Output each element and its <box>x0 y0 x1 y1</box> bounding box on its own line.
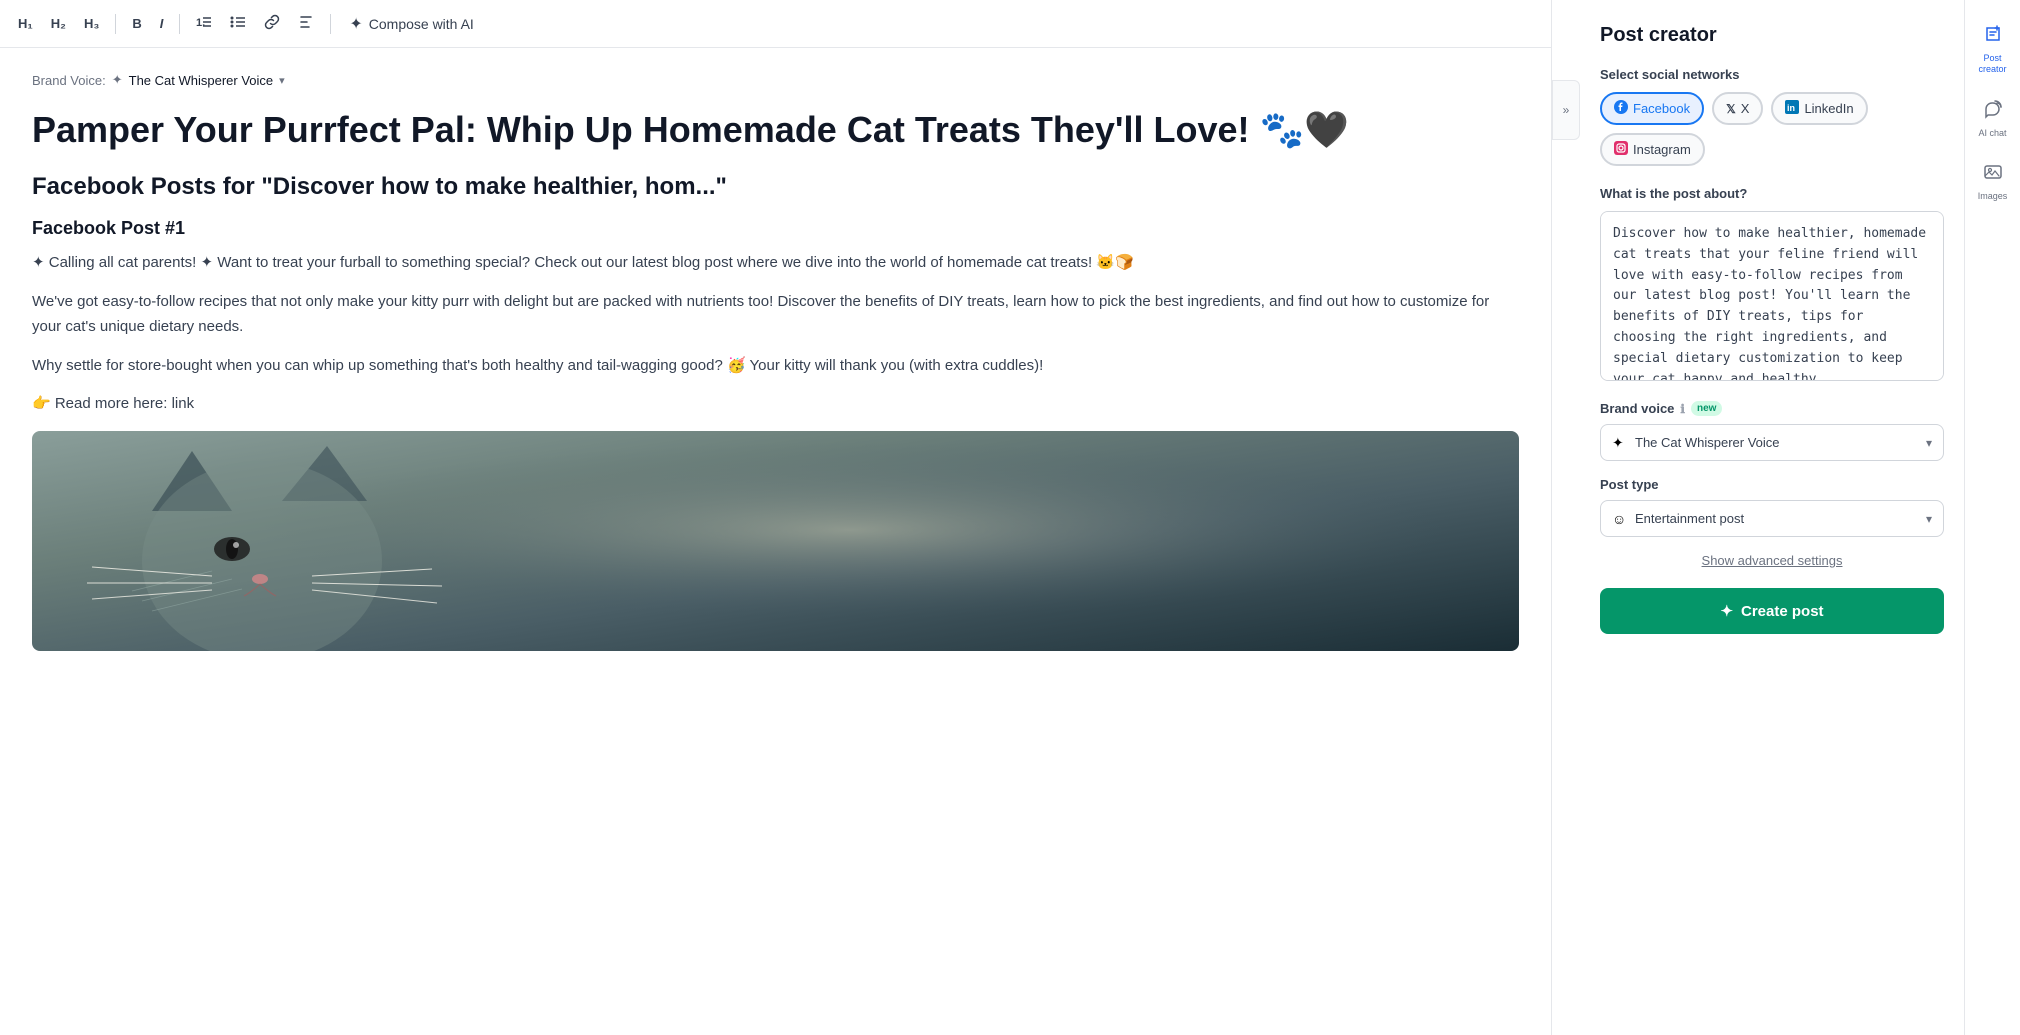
h3-button[interactable]: H₃ <box>78 12 105 35</box>
side-icon-ai-chat-label: AI chat <box>1978 128 2006 139</box>
brand-voice-label: Brand Voice: <box>32 73 106 88</box>
facebook-icon <box>1614 100 1628 117</box>
svg-text:1.: 1. <box>196 17 205 29</box>
advanced-settings-link[interactable]: Show advanced settings <box>1600 553 1944 568</box>
h2-button[interactable]: H₂ <box>45 12 72 35</box>
brand-voice-field: Brand voice ℹ new ✦ The Cat Whisperer Vo… <box>1600 401 1944 461</box>
twitter-icon: 𝕏 <box>1726 102 1736 116</box>
svg-text:in: in <box>1787 103 1795 113</box>
brand-voice-select[interactable]: The Cat Whisperer Voice <box>1600 424 1944 461</box>
post-type-select[interactable]: Entertainment post Informational post Pr… <box>1600 500 1944 537</box>
side-icon-post-creator[interactable]: Post creator <box>1969 16 2017 83</box>
brand-voice-badge: new <box>1691 401 1722 416</box>
create-post-label: Create post <box>1741 603 1824 620</box>
bold-button[interactable]: B <box>126 12 147 35</box>
post-body-1[interactable]: ✦ Calling all cat parents! ✦ Want to tre… <box>32 251 1519 276</box>
about-label: What is the post about? <box>1600 186 1944 201</box>
post-image <box>32 431 1519 651</box>
editor-container: H₁ H₂ H₃ B I 1. <box>0 0 1552 1035</box>
brand-voice-name: The Cat Whisperer Voice <box>129 73 274 88</box>
post-creator-icon <box>1983 24 2003 49</box>
post-number[interactable]: Facebook Post #1 <box>32 218 1519 239</box>
ai-chat-icon <box>1983 99 2003 124</box>
toolbar-divider-2 <box>179 14 180 34</box>
create-post-icon: ✦ <box>1720 602 1733 620</box>
twitter-chip[interactable]: 𝕏 X <box>1712 92 1763 125</box>
h1-button[interactable]: H₁ <box>12 12 39 35</box>
compose-ai-icon: ✦ <box>349 14 362 34</box>
instagram-label: Instagram <box>1633 142 1691 157</box>
toolbar: H₁ H₂ H₃ B I 1. <box>0 0 1551 48</box>
panel-title: Post creator <box>1600 24 1944 47</box>
brand-voice-field-label: Brand voice ℹ new <box>1600 401 1944 416</box>
side-icon-post-creator-label: Post creator <box>1973 53 2013 75</box>
select-networks-label: Select social networks <box>1600 67 1944 82</box>
post-type-select-wrapper: ☺ Entertainment post Informational post … <box>1600 500 1944 537</box>
side-icon-ai-chat[interactable]: AI chat <box>1969 91 2017 147</box>
link-button[interactable] <box>258 10 286 37</box>
side-icons-panel: Post creator AI chat Images <box>1964 0 2020 1035</box>
linkedin-label: LinkedIn <box>1804 101 1853 116</box>
editor-content[interactable]: Brand Voice: ✦ The Cat Whisperer Voice ▾… <box>0 48 1551 1035</box>
linkedin-icon: in <box>1785 100 1799 117</box>
italic-button[interactable]: I <box>154 12 170 35</box>
brand-voice-icon: ✦ <box>112 72 123 88</box>
post-subtitle[interactable]: Facebook Posts for "Discover how to make… <box>32 171 1519 202</box>
facebook-label: Facebook <box>1633 101 1690 116</box>
collapse-icon: » <box>1563 103 1570 117</box>
brand-voice-info-icon[interactable]: ℹ <box>1680 402 1685 416</box>
post-type-field: Post type ☺ Entertainment post Informati… <box>1600 477 1944 537</box>
twitter-label: X <box>1741 101 1750 116</box>
social-networks: Facebook 𝕏 X in LinkedIn <box>1600 92 1944 166</box>
ordered-list-button[interactable]: 1. <box>190 10 218 37</box>
brand-voice-bar: Brand Voice: ✦ The Cat Whisperer Voice ▾ <box>32 72 1519 88</box>
facebook-chip[interactable]: Facebook <box>1600 92 1704 125</box>
toolbar-divider-3 <box>330 14 331 34</box>
post-title[interactable]: Pamper Your Purrfect Pal: Whip Up Homema… <box>32 108 1519 151</box>
brand-voice-chevron-icon[interactable]: ▾ <box>279 74 285 87</box>
collapse-toggle[interactable]: » <box>1552 80 1580 140</box>
brand-voice-select-wrapper: ✦ The Cat Whisperer Voice ▾ <box>1600 424 1944 461</box>
right-panel: Post creator Select social networks Face… <box>1580 0 2020 1035</box>
side-icon-images[interactable]: Images <box>1969 154 2017 210</box>
unordered-list-button[interactable] <box>224 10 252 37</box>
compose-ai-label: Compose with AI <box>369 16 474 32</box>
post-body-3[interactable]: Why settle for store-bought when you can… <box>32 354 1519 379</box>
side-icon-images-label: Images <box>1978 191 2008 202</box>
instagram-chip[interactable]: Instagram <box>1600 133 1705 166</box>
compose-ai-button[interactable]: ✦ Compose with AI <box>341 10 481 38</box>
format-button[interactable] <box>292 10 320 37</box>
images-icon <box>1983 162 2003 187</box>
post-type-field-label: Post type <box>1600 477 1944 492</box>
post-body-4[interactable]: 👉 Read more here: link <box>32 392 1519 417</box>
instagram-icon <box>1614 141 1628 158</box>
post-creator-panel: Post creator Select social networks Face… <box>1580 0 1964 1035</box>
about-textarea[interactable] <box>1600 211 1944 381</box>
create-post-button[interactable]: ✦ Create post <box>1600 588 1944 634</box>
post-body-2[interactable]: We've got easy-to-follow recipes that no… <box>32 290 1519 340</box>
toolbar-divider-1 <box>115 14 116 34</box>
linkedin-chip[interactable]: in LinkedIn <box>1771 92 1867 125</box>
